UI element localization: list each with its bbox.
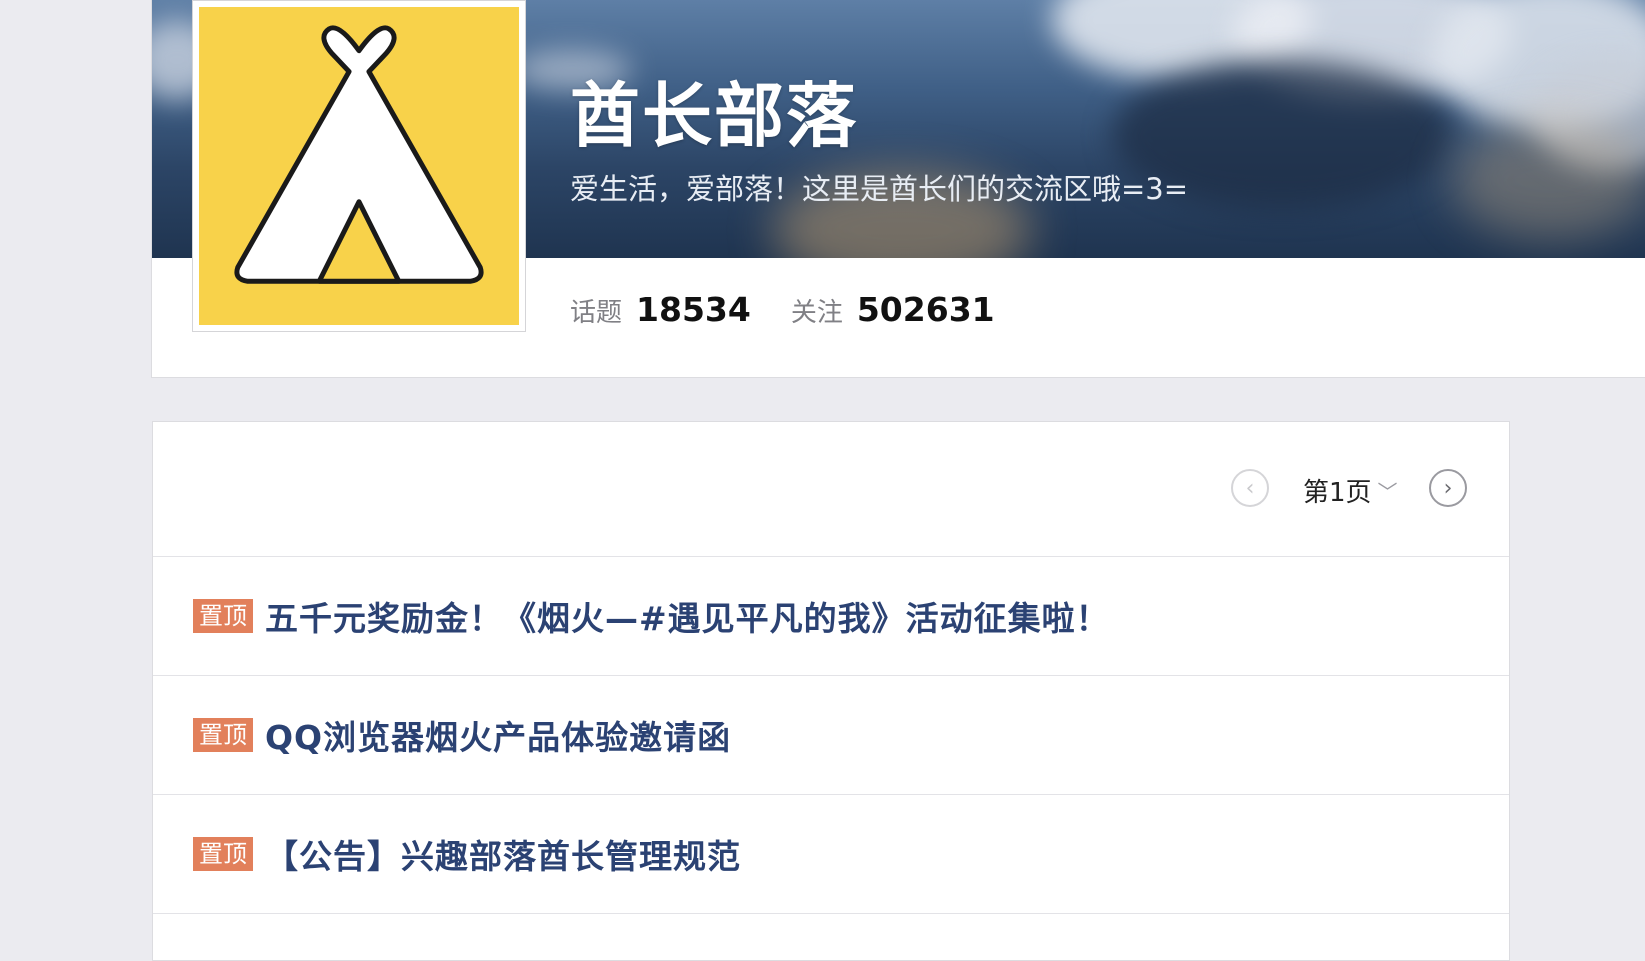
topic-list: ‹ 第1页 ﹀ › 置顶 五千元奖励金！《烟火—#遇见平凡的我》活动征集啦！ 置… — [152, 421, 1510, 961]
topic-title-link[interactable]: QQ浏览器烟火产品体验邀请函 — [265, 711, 731, 759]
topic-title-link[interactable]: 五千元奖励金！《烟火—#遇见平凡的我》活动征集啦！ — [265, 592, 1110, 640]
topic-row[interactable]: 置顶 五千元奖励金！《烟火—#遇见平凡的我》活动征集啦！ — [153, 557, 1509, 676]
tent-icon — [199, 7, 519, 325]
topics-count-value: 18534 — [636, 290, 751, 329]
pinned-badge: 置顶 — [193, 718, 253, 752]
pinned-badge: 置顶 — [193, 837, 253, 871]
pagination: ‹ 第1页 ﹀ › — [153, 422, 1509, 557]
current-page-label: 第1页 — [1303, 478, 1372, 508]
page-select[interactable]: 第1页 ﹀ — [1303, 472, 1398, 509]
topics-count-label: 话题 — [570, 298, 623, 328]
chevron-down-icon: ﹀ — [1377, 480, 1398, 504]
topic-row[interactable]: 置顶 【公告】兴趣部落酋长管理规范 — [153, 795, 1509, 914]
prev-page-button[interactable]: ‹ — [1231, 469, 1269, 507]
tribe-header: 酋长部落 爱生活，爱部落！这里是酋长们的交流区哦=3= 话题 18534 关注 … — [151, 0, 1645, 378]
tribe-name: 酋长部落 — [570, 75, 858, 157]
followers-count-label: 关注 — [790, 298, 843, 328]
chevron-right-icon: › — [1443, 475, 1453, 501]
chevron-left-icon: ‹ — [1245, 475, 1255, 501]
followers-count-value: 502631 — [856, 290, 995, 329]
topic-row[interactable]: 置顶 QQ浏览器烟火产品体验邀请函 — [153, 676, 1509, 795]
next-page-button[interactable]: › — [1429, 469, 1467, 507]
topic-title-link[interactable]: 【公告】兴趣部落酋长管理规范 — [265, 830, 741, 878]
pinned-badge: 置顶 — [193, 599, 253, 633]
tribe-description: 爱生活，爱部落！这里是酋长们的交流区哦=3= — [570, 172, 1189, 206]
tribe-stats: 话题 18534 关注 502631 — [570, 290, 1035, 329]
tribe-avatar[interactable] — [192, 0, 526, 332]
